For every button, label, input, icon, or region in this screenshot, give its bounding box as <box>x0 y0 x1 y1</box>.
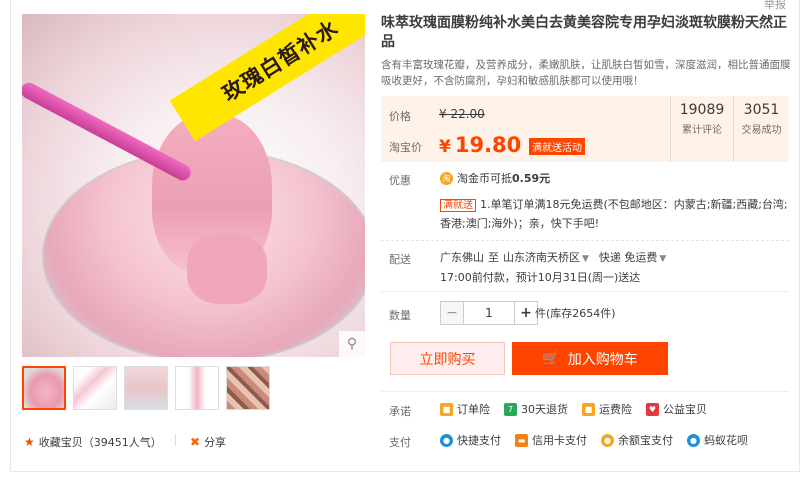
thumbnail-4[interactable] <box>175 366 219 410</box>
current-price-value: 19.80 <box>454 133 522 157</box>
promise-text: 公益宝贝 <box>663 403 707 416</box>
stock-info: 件(库存2654件) <box>535 307 616 320</box>
add-to-cart-button[interactable]: 🛒 加入购物车 <box>512 342 668 375</box>
shipping-label: 配送 <box>389 253 411 266</box>
quantity-input[interactable]: 1 <box>464 302 514 324</box>
promise-item[interactable]: 7 30天退货 <box>504 401 568 417</box>
add-to-cart-label: 加入购物车 <box>567 351 638 368</box>
ship-from: 广东佛山 <box>440 251 484 264</box>
chevron-down-icon: ▼ <box>659 254 667 264</box>
thumbnail-3[interactable] <box>124 366 168 410</box>
sales-count-label: 交易成功 <box>741 125 782 136</box>
freight-insurance-icon: ■ <box>582 402 595 416</box>
ship-eta: 17:00前付款，预计10月31日(周一)送达 <box>440 271 641 284</box>
manjiu-offer: 满就送 1.单笔订单满18元免运费(不包邮地区：内蒙古;新疆;西藏;台湾;香港;澳… <box>440 196 790 233</box>
divider <box>381 291 789 292</box>
ship-method-selector[interactable]: 快递 免运费 ▼ <box>599 249 666 265</box>
thumbnail-1[interactable] <box>22 366 66 410</box>
decrease-button[interactable]: − <box>441 302 464 324</box>
credit-card-icon: ▬ <box>515 433 528 447</box>
mask-paste-drip <box>187 234 267 304</box>
product-title: 味萃玫瑰面膜粉纯补水美白去黄美容院专用孕妇淡斑软膜粉天然正品 <box>381 15 787 50</box>
divider <box>175 434 176 446</box>
manjiu-tag: 满就送 <box>440 199 476 212</box>
ship-method: 快递 免运费 <box>598 251 658 264</box>
promise-item[interactable]: ■ 运费险 <box>582 401 632 417</box>
increase-button[interactable]: + <box>514 302 537 324</box>
return-30-icon: 7 <box>504 402 517 416</box>
star-icon: ★ <box>24 435 35 449</box>
promise-item[interactable]: ♥ 公益宝贝 <box>646 401 707 417</box>
promise-text: 30天退货 <box>521 403 568 416</box>
favorite-button[interactable]: ★ 收藏宝贝 （39451人气） <box>24 434 162 450</box>
thumbnail-5[interactable] <box>226 366 270 410</box>
payment-item[interactable]: ● 蚂蚁花呗 <box>687 432 748 448</box>
quantity-stepper: − 1 + <box>440 301 538 325</box>
magnifier-icon[interactable]: ⚲ <box>339 331 365 357</box>
review-count-label: 累计评论 <box>682 125 722 136</box>
currency-symbol: ¥ <box>439 137 451 157</box>
quick-pay-icon: ● <box>440 433 453 447</box>
taojinbi-offer: 淘 淘金币可抵 0.59元 <box>440 170 550 186</box>
share-icon: ✖ <box>190 435 201 449</box>
payment-text: 信用卡支付 <box>532 434 587 447</box>
payment-label: 支付 <box>389 436 411 449</box>
current-price: ¥19.80 <box>439 133 521 157</box>
thumbnail-strip <box>22 366 270 410</box>
product-subtitle: 含有丰富玫瑰花瓣，及营养成分，柔嫩肌肤，让肌肤白皙如雪，深度滋润，相比普通面膜吸… <box>381 59 791 87</box>
payment-text: 蚂蚁花呗 <box>704 434 748 447</box>
promise-label: 承诺 <box>389 405 411 418</box>
promise-item[interactable]: ■ 订单险 <box>440 401 490 417</box>
ship-to-word: 至 <box>488 251 499 264</box>
promise-text: 订单险 <box>457 403 490 416</box>
share-button[interactable]: ✖ 分享 <box>190 434 226 450</box>
divider <box>381 391 789 392</box>
original-price: ¥ 22.00 <box>439 107 485 121</box>
chevron-down-icon: ▼ <box>582 254 589 264</box>
report-link[interactable]: 举报 <box>764 0 786 12</box>
taobao-price-label: 淘宝价 <box>389 141 422 154</box>
coin-icon: 淘 <box>440 171 453 185</box>
promotion-label: 优惠 <box>389 174 411 187</box>
ship-to: 山东济南天桥区 <box>503 251 580 264</box>
promise-list: ■ 订单险 7 30天退货 ■ 运费险 ♥ 公益宝贝 <box>440 401 721 417</box>
promise-text: 运费险 <box>599 403 632 416</box>
thumbnail-2[interactable] <box>73 366 117 410</box>
cart-icon: 🛒 <box>542 350 560 367</box>
yuebao-icon: ● <box>601 433 614 447</box>
payment-text: 余额宝支付 <box>618 434 673 447</box>
promo-badge[interactable]: 满就送活动 <box>529 138 585 155</box>
sales-count: 3051 交易成功 <box>733 96 789 162</box>
sales-count-value: 3051 <box>743 102 780 118</box>
price-label: 价格 <box>389 110 411 123</box>
manjiu-text: 1.单笔订单满18元免运费(不包邮地区：内蒙古;新疆;西藏;台湾;香港;澳门;海… <box>440 198 788 230</box>
quantity-label: 数量 <box>389 309 411 322</box>
payment-item[interactable]: ● 余额宝支付 <box>601 432 673 448</box>
ship-to-selector[interactable]: 山东济南天桥区 ▼ <box>503 249 589 265</box>
share-label: 分享 <box>204 436 227 449</box>
coin-amount: 0.59元 <box>512 172 551 185</box>
favorite-label: 收藏宝贝 <box>38 436 83 449</box>
price-box: 价格 ¥ 22.00 淘宝价 ¥19.80 满就送活动 19089 累计评论 3… <box>381 96 789 162</box>
payment-item[interactable]: ● 快捷支付 <box>440 432 501 448</box>
review-count-value: 19089 <box>679 102 725 118</box>
huabei-icon: ● <box>687 433 700 447</box>
buy-now-button[interactable]: 立即购买 <box>390 342 505 375</box>
shipping-route: 广东佛山 至 山东济南天桥区 ▼ 快递 免运费 ▼ <box>440 249 666 265</box>
favorite-count: （39451人气） <box>82 436 162 449</box>
payment-item[interactable]: ▬ 信用卡支付 <box>515 432 587 448</box>
order-insurance-icon: ■ <box>440 402 453 416</box>
payment-text: 快捷支付 <box>457 434 501 447</box>
sales-stats: 19089 累计评论 3051 交易成功 <box>670 96 789 162</box>
divider <box>381 240 789 241</box>
main-product-image[interactable]: 玫瑰白皙补水 ⚲ <box>22 14 365 357</box>
payment-list: ● 快捷支付 ▬ 信用卡支付 ● 余额宝支付 ● 蚂蚁花呗 <box>440 432 762 448</box>
coin-text: 淘金币可抵 <box>457 172 512 185</box>
review-count[interactable]: 19089 累计评论 <box>670 96 733 162</box>
charity-icon: ♥ <box>646 402 659 416</box>
